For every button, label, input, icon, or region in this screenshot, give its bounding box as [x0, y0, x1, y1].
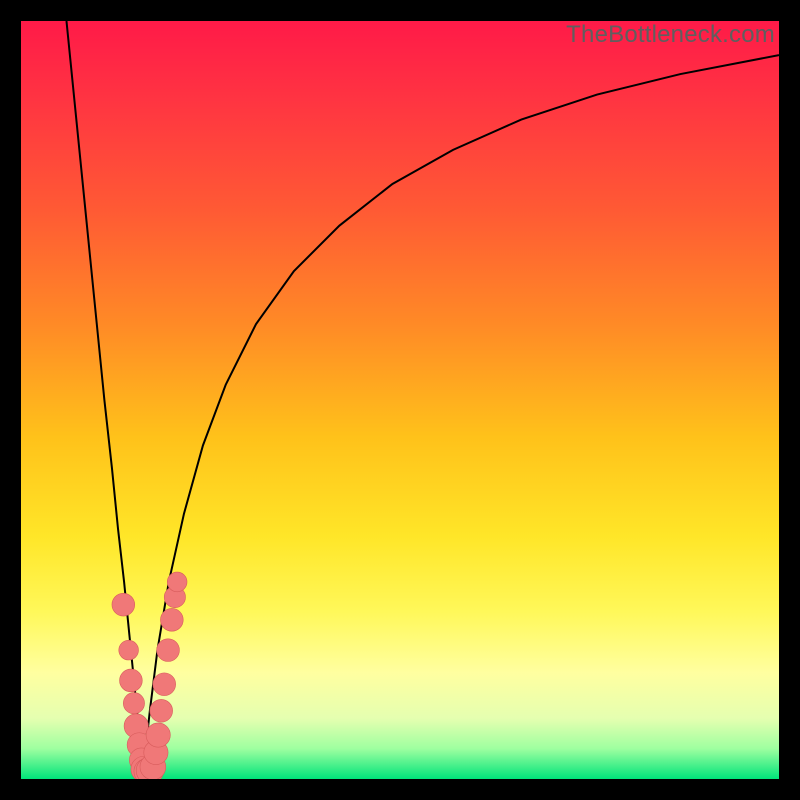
data-marker	[146, 723, 170, 747]
data-marker	[120, 669, 143, 692]
gradient-background	[21, 21, 779, 779]
plot-frame: TheBottleneck.com	[21, 21, 779, 779]
watermark-label: TheBottleneck.com	[566, 21, 775, 49]
data-marker	[167, 572, 187, 592]
data-marker	[157, 639, 180, 662]
data-marker	[153, 673, 176, 696]
data-marker	[160, 608, 183, 631]
data-marker	[112, 593, 135, 616]
data-marker	[119, 640, 139, 660]
data-marker	[123, 693, 144, 714]
bottleneck-chart	[21, 21, 779, 779]
data-marker	[150, 699, 173, 722]
